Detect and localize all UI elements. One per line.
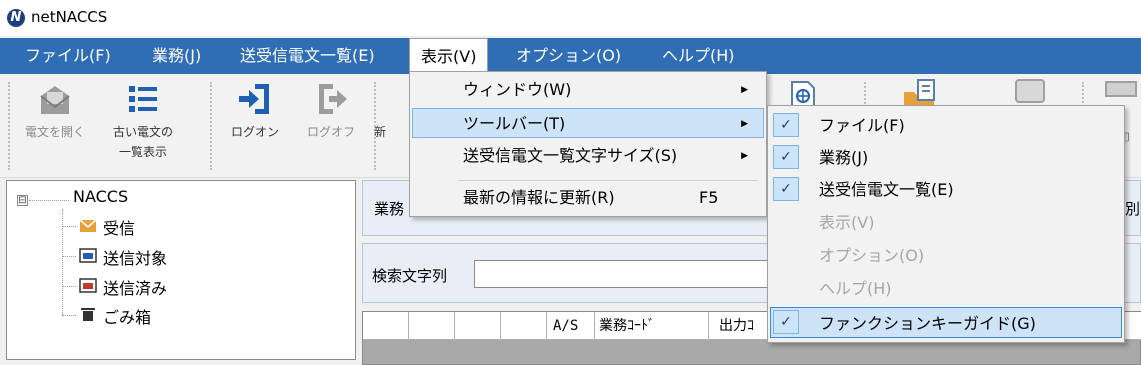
business-filter-label: 業務 [374, 200, 405, 218]
menu-message-list[interactable]: 送受信電文一覧(E) [229, 38, 386, 74]
menu-options[interactable]: オプション(O) [505, 38, 632, 74]
toolbar-toggle-message-list[interactable]: ✓ 送受信電文一覧(E) [770, 174, 1122, 205]
toolbar-toggle-options[interactable]: オプション(O) [770, 240, 1122, 271]
check-icon: ✓ [773, 177, 799, 201]
app-logo-icon: N [7, 9, 25, 27]
tree-connector [62, 256, 76, 257]
view-menu-dropdown: ウィンドウ(W) ▶ ツールバー(T) ▶ 送受信電文一覧文字サイズ(S) ▶ … [409, 71, 767, 217]
menu-item-window-label: ウィンドウ(W) [463, 80, 572, 99]
trash-icon [79, 306, 97, 322]
outbox-icon [79, 247, 97, 263]
column-header-business-code[interactable]: 業務ｺｰﾄﾞ [595, 312, 709, 340]
toolbar-separator [864, 82, 866, 104]
tree-item-outbox[interactable]: 送信対象 [103, 245, 167, 269]
sent-icon [79, 277, 97, 293]
menu-item-toolbar-label: ツールバー(T) [463, 114, 566, 133]
logoff-button[interactable]: ログオフ [296, 78, 366, 142]
menu-business[interactable]: 業務(J) [141, 38, 212, 74]
toolbar-toggle-business-label: 業務(J) [819, 148, 869, 167]
column-header-output-code[interactable]: 出力ｺ [709, 312, 769, 340]
menu-item-window[interactable]: ウィンドウ(W) ▶ [412, 75, 764, 105]
check-icon: ✓ [773, 310, 799, 334]
old-messages-button[interactable]: 古い電文の 一覧表示 [108, 78, 178, 162]
toolbar-toggle-file[interactable]: ✓ ファイル(F) [770, 110, 1122, 141]
tree-connector [62, 226, 76, 227]
column-header-as[interactable]: A/S [547, 312, 595, 340]
tree-item-inbox[interactable]: 受信 [103, 215, 135, 239]
toolbar-separator [210, 82, 212, 170]
new-label: 新 [373, 125, 386, 139]
folder-tree: ⊟ NACCS 受信 送信対象 送信済み ごみ箱 [6, 180, 356, 360]
open-message-label: 電文を開く [24, 125, 85, 139]
new-button[interactable]: 新 [360, 78, 400, 142]
submenu-arrow-icon: ▶ [741, 151, 748, 161]
toolbar-toggle-help[interactable]: ヘルプ(H) [770, 273, 1122, 304]
submenu-arrow-icon: ▶ [741, 119, 748, 129]
logoff-icon [311, 80, 351, 118]
open-message-button[interactable]: 電文を開く [20, 78, 90, 142]
logon-label: ログオン [230, 125, 279, 139]
tree-connector [62, 315, 76, 316]
old-messages-label-1: 古い電文の [112, 125, 173, 139]
toolbar-toggle-help-label: ヘルプ(H) [819, 279, 892, 298]
menu-item-refresh-label: 最新の情報に更新(R) [463, 188, 615, 207]
logon-icon [235, 80, 275, 118]
menu-item-toolbar[interactable]: ツールバー(T) ▶ [412, 108, 764, 138]
menu-help[interactable]: ヘルプ(H) [651, 38, 746, 74]
column-header[interactable] [363, 312, 409, 340]
menu-item-refresh-shortcut: F5 [699, 188, 719, 207]
menu-bar: ファイル(F) 業務(J) 送受信電文一覧(E) 表示(V) オプション(O) … [0, 38, 1141, 74]
menu-file[interactable]: ファイル(F) [14, 38, 122, 74]
tree-connector [62, 209, 63, 315]
tree-item-sent[interactable]: 送信済み [103, 275, 167, 299]
menu-item-font-size[interactable]: 送受信電文一覧文字サイズ(S) ▶ [412, 141, 764, 171]
search-label: 検索文字列 [372, 267, 448, 285]
toolbar-toggle-function-key-guide[interactable]: ✓ ファンクションキーガイド(G) [770, 307, 1122, 338]
toolbar-toggle-message-list-label: 送受信電文一覧(E) [819, 180, 954, 199]
toolbar-toggle-business[interactable]: ✓ 業務(J) [770, 142, 1122, 173]
title-bar: N netNACCS [0, 0, 1141, 36]
check-icon: ✓ [773, 145, 799, 169]
check-icon: ✓ [773, 113, 799, 137]
window-title: netNACCS [31, 8, 108, 26]
menu-item-refresh[interactable]: 最新の情報に更新(R) F5 [412, 183, 764, 213]
toolbar-toggle-options-label: オプション(O) [819, 246, 925, 265]
tree-connector [62, 286, 76, 287]
menu-separator [458, 180, 758, 181]
column-header[interactable] [501, 312, 547, 340]
menu-item-font-size-label: 送受信電文一覧文字サイズ(S) [463, 146, 678, 165]
toolbar-toggle-function-key-guide-label: ファンクションキーガイド(G) [819, 314, 1036, 333]
toolbar-toggle-file-label: ファイル(F) [819, 116, 905, 135]
column-header[interactable] [455, 312, 501, 340]
toolbar-submenu: ✓ ファイル(F) ✓ 業務(J) ✓ 送受信電文一覧(E) 表示(V) オプシ… [767, 105, 1125, 343]
open-envelope-icon [35, 80, 75, 118]
old-messages-label-2: 一覧表示 [118, 145, 167, 159]
logoff-label: ログオフ [306, 125, 355, 139]
inbox-icon [79, 217, 97, 233]
tree-item-trash[interactable]: ごみ箱 [103, 304, 151, 328]
tree-connector [29, 200, 69, 201]
toolbar-toggle-view[interactable]: 表示(V) [770, 207, 1122, 238]
menu-view[interactable]: 表示(V) [409, 38, 489, 74]
column-header[interactable] [409, 312, 455, 340]
logon-button[interactable]: ログオン [220, 78, 290, 142]
filter-right-label: 別 [1125, 200, 1141, 218]
tree-collapse-toggle[interactable]: ⊟ [17, 195, 28, 206]
list-icon [123, 80, 163, 118]
toolbar-grip [8, 82, 10, 170]
submenu-arrow-icon: ▶ [741, 85, 748, 95]
tree-root-naccs[interactable]: NACCS [73, 187, 128, 206]
new-icon [380, 80, 381, 118]
toolbar-toggle-view-label: 表示(V) [819, 213, 875, 232]
